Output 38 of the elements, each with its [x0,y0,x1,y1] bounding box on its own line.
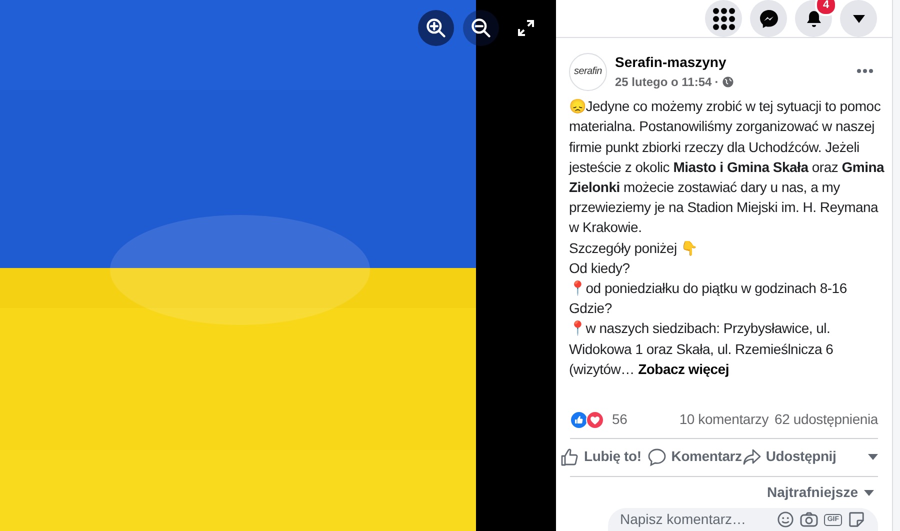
like-reaction-icon [570,410,588,428]
speech-bubble-icon [647,446,668,466]
apps-button[interactable] [705,0,742,38]
comment-count[interactable]: 10 komentarzy [679,409,769,430]
account-menu-button[interactable] [840,0,877,38]
comment-button[interactable]: Komentarz [647,444,742,469]
sticker-icon [848,511,865,528]
scrollbar[interactable] [893,0,900,531]
reaction-count[interactable]: 56 [612,409,628,430]
caret-icon [864,490,874,496]
grid-icon [712,8,734,30]
smiley-icon [777,511,794,528]
see-more-link[interactable]: Zobacz więcej [638,360,729,377]
messenger-icon [758,8,778,29]
sort-comments-dropdown[interactable]: Najtrafniejsze [766,482,874,503]
caret-icon [868,454,878,460]
share-arrow-icon [742,446,762,466]
author-name[interactable]: Serafin-maszyny [615,52,734,74]
more-icon [856,68,874,74]
zoom-out-button[interactable] [463,10,499,46]
post-date[interactable]: 25 lutego o 11:54 [615,73,712,92]
notification-badge: 4 [815,0,837,16]
globe-icon [722,76,734,88]
page-logo: serafin [569,52,607,91]
camera-icon [800,511,818,528]
share-options-button[interactable] [868,452,878,462]
separator-dot: · [714,74,719,92]
zoom-in-icon [425,17,447,39]
like-button[interactable]: Lubię to! [560,444,642,469]
heart-reaction-icon [586,410,604,428]
share-count[interactable]: 62 udostępnienia [774,409,878,430]
thumbs-up-icon [560,446,580,466]
expand-icon [518,20,534,36]
share-button[interactable]: Udostępnij [742,444,836,469]
messenger-button[interactable] [750,0,787,38]
caret-icon [852,14,866,24]
post-text: 😞Jedyne co możemy zrobić w tej sytuacji to pomoc materialna. Postanowiliśmy zorganizować w naszej firmie punkt zbiorki rzeczy dla Uchodźców. Jeżeli jesteście z okolic Miasto i Gmina Skała oraz Gmina Zielonki możecie zostawiać dary u nas, a my przewieziemy je na Stadion Miejski im. H. Reymana w Krakowie. Szczegóły poniżej 👇 Od kiedy? 📍od poniedziałku do piątku w godzinach 8-16 Gdzie? 📍w naszych siedzibach: Przybysławice, ul. Widokowa 1 oraz Skała, ul. Rzemieślnicza 6 (wizytów… Zobacz więcej [568,97,886,379]
zoom-out-icon [470,17,492,39]
